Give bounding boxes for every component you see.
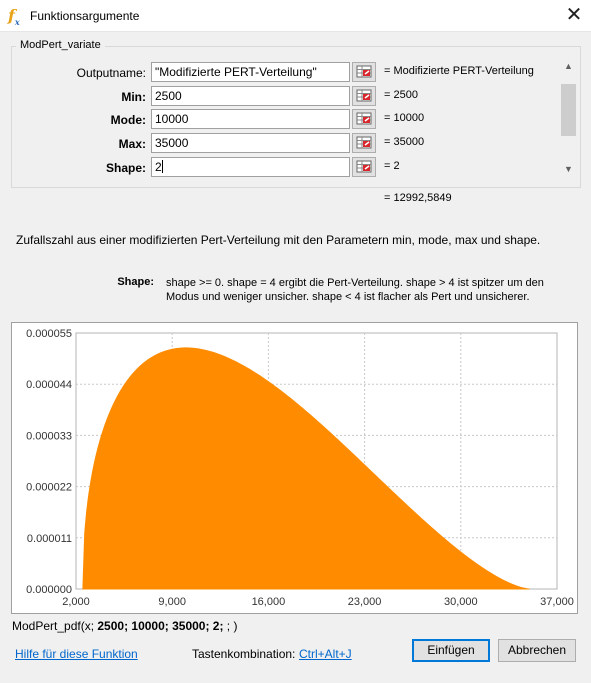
close-icon: ✕ (565, 4, 583, 26)
insert-button[interactable]: Einfügen (412, 639, 490, 662)
shape-input[interactable]: 2 (151, 157, 350, 177)
function-name: ModPert_variate (16, 39, 105, 51)
arg-label-shape: Shape: (105, 161, 146, 175)
distribution-chart: 2,000 9,000 16,000 23,000 30,000 37,000 0.0000… (11, 322, 578, 614)
param-help-text: shape >= 0. shape = 4 ergibt die Pert-Ve… (166, 277, 544, 303)
y-tick-label: 0.000011 (27, 533, 72, 545)
x-tick-label: 23,000 (348, 596, 382, 608)
cell-reference-icon (356, 136, 372, 149)
text-caret (161, 160, 163, 173)
arg-label-outputname: Outputname: (76, 66, 146, 80)
scroll-down-icon[interactable]: ▼ (560, 161, 577, 178)
title-bar: fx Funktionsargumente ✕ (0, 0, 591, 32)
window-title: Funktionsargumente (30, 9, 140, 23)
y-tick-label: 0.000044 (26, 379, 72, 391)
x-tick-label: 9,000 (158, 596, 186, 608)
formula-args: 2500; 10000; 35000; 2; (97, 619, 224, 633)
scroll-thumb[interactable] (561, 84, 576, 136)
mode-ref-button[interactable] (352, 109, 376, 129)
y-tick-label: 0.000033 (26, 430, 72, 442)
mode-input[interactable]: 10000 (151, 109, 350, 129)
cancel-button[interactable]: Abbrechen (498, 639, 576, 662)
function-description: Zufallszahl aus einer modifizierten Pert… (16, 233, 541, 247)
outputname-result: = Modifizierte PERT-Verteilung (384, 65, 534, 77)
help-link[interactable]: Hilfe für diese Funktion (15, 647, 138, 661)
param-help-name: Shape: (117, 276, 154, 288)
outputname-ref-button[interactable] (352, 62, 376, 82)
arguments-scrollbar[interactable]: ▲ ▼ (560, 58, 577, 178)
max-input[interactable]: 35000 (151, 133, 350, 153)
scroll-up-icon[interactable]: ▲ (560, 58, 577, 75)
formula-preview: ModPert_pdf(x; 2500; 10000; 35000; 2; ; … (12, 619, 237, 633)
shortcut-label: Tastenkombination: (192, 647, 296, 661)
max-result: = 35000 (384, 136, 425, 148)
shortcut-link[interactable]: Ctrl+Alt+J (299, 647, 352, 661)
arg-label-mode: Mode: (110, 113, 146, 127)
function-icon: fx (8, 6, 20, 28)
formula-suffix: ; ) (223, 619, 238, 633)
close-button[interactable]: ✕ (557, 0, 591, 32)
cell-reference-icon (356, 89, 372, 102)
y-tick-label: 0.000055 (26, 328, 72, 340)
arg-label-max: Max: (118, 137, 146, 151)
cell-reference-icon (356, 65, 372, 78)
max-ref-button[interactable] (352, 133, 376, 153)
shape-result: = 2 (384, 160, 400, 172)
mode-result: = 10000 (384, 112, 425, 124)
min-input[interactable]: 2500 (151, 86, 350, 106)
x-tick-label: 2,000 (62, 596, 90, 608)
outputname-input[interactable]: "Modifizierte PERT-Verteilung" (151, 62, 350, 82)
arg-label-min: Min: (121, 90, 146, 104)
cell-reference-icon (356, 160, 372, 173)
min-result: = 2500 (384, 89, 418, 101)
shape-input-value: 2 (155, 160, 162, 174)
cell-reference-icon (356, 112, 372, 125)
x-tick-label: 37,000 (540, 596, 574, 608)
chart-svg: 2,000 9,000 16,000 23,000 30,000 37,000 0.0000… (26, 328, 574, 608)
x-tick-label: 16,000 (252, 596, 286, 608)
min-ref-button[interactable] (352, 86, 376, 106)
shape-ref-button[interactable] (352, 157, 376, 177)
formula-result: = 12992,5849 (384, 192, 452, 204)
formula-prefix: ModPert_pdf(x; (12, 619, 98, 633)
y-tick-label: 0.000000 (26, 584, 72, 596)
x-tick-label: 30,000 (444, 596, 478, 608)
y-tick-label: 0.000022 (26, 482, 72, 494)
